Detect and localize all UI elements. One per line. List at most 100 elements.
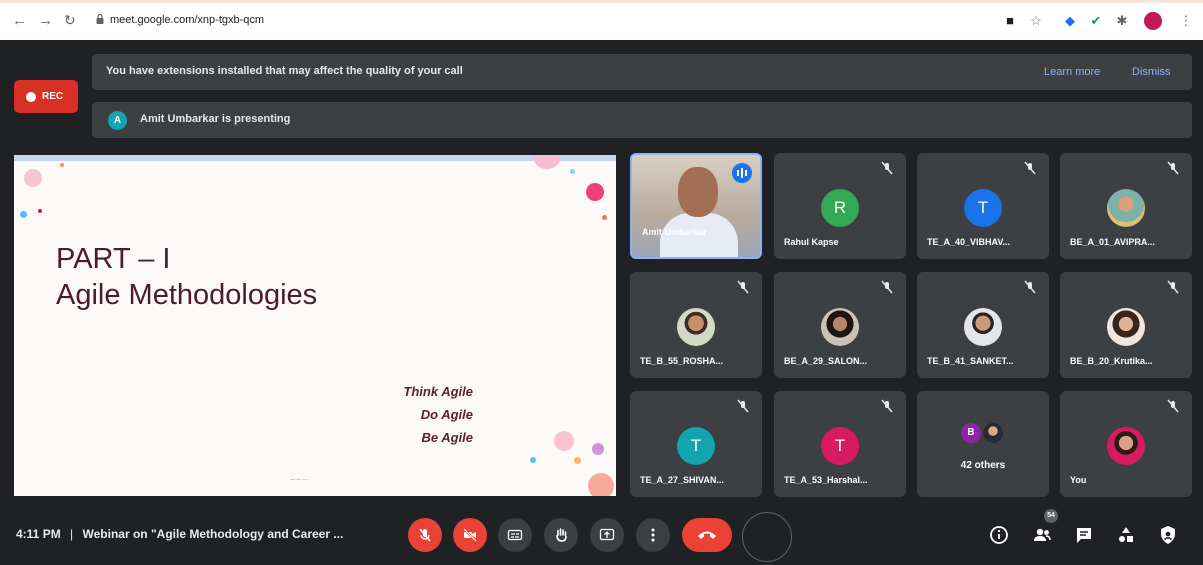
present-screen-button[interactable] <box>590 518 624 552</box>
mic-off-icon <box>419 528 431 542</box>
captions-icon <box>507 529 523 541</box>
mic-off-icon <box>1167 161 1179 175</box>
learn-more-link[interactable]: Learn more <box>1044 66 1100 78</box>
camera-off-icon <box>463 528 477 542</box>
others-avatar: B <box>961 423 981 443</box>
profile-avatar-icon[interactable] <box>1144 12 1162 30</box>
decor-bubble <box>60 163 64 167</box>
participant-name: BE_A_01_AVIPRA... <box>1070 237 1155 247</box>
participant-tile-amit[interactable]: Amit Umbarkar <box>630 153 762 259</box>
participant-tile-vibhav[interactable]: T TE_A_40_VIBHAV... <box>917 153 1049 259</box>
participant-avatar: T <box>964 189 1002 227</box>
camera-ext-icon[interactable]: ■ <box>1002 13 1018 29</box>
browser-menu-icon[interactable]: ⋮ <box>1178 13 1194 29</box>
participant-name: TE_A_53_Harshal... <box>784 475 868 485</box>
participant-photo <box>1107 189 1145 227</box>
participant-tile-salon[interactable]: BE_A_29_SALON... <box>774 272 906 378</box>
participant-photo <box>1107 308 1145 346</box>
lock-icon <box>96 14 104 24</box>
slide-tagline-1: Think Agile <box>403 384 473 399</box>
mic-toggle-button[interactable] <box>408 518 442 552</box>
meeting-info: 4:11 PM | Webinar on "Agile Methodology … <box>16 527 343 541</box>
participant-tile-krutika[interactable]: BE_B_20_Krutika... <box>1060 272 1192 378</box>
video-feed-face <box>678 167 718 217</box>
others-avatar-photo <box>983 423 1003 443</box>
camera-toggle-button[interactable] <box>453 518 487 552</box>
mic-off-icon <box>1167 280 1179 294</box>
host-controls-icon[interactable] <box>1157 524 1179 546</box>
reload-icon[interactable]: ↻ <box>64 12 76 29</box>
mic-off-icon <box>737 399 749 413</box>
decor-bubble <box>38 209 42 213</box>
decor-bubble <box>20 211 27 218</box>
mic-off-icon <box>1024 280 1036 294</box>
leave-call-button[interactable] <box>682 518 732 552</box>
hand-icon <box>556 528 567 542</box>
participant-tile-shivan[interactable]: T TE_A_27_SHIVAN... <box>630 391 762 497</box>
participant-name: TE_A_40_VIBHAV... <box>927 237 1011 247</box>
slide-toolbar-strip <box>14 155 616 161</box>
participant-avatar: R <box>821 189 859 227</box>
people-icon[interactable] <box>1031 524 1053 546</box>
slide-tagline-3: Be Agile <box>421 430 473 445</box>
participant-name: BE_A_29_SALON... <box>784 356 868 366</box>
meeting-details-icon[interactable] <box>988 524 1010 546</box>
participant-tile-rosha[interactable]: TE_B_55_ROSHA... <box>630 272 762 378</box>
presenter-avatar: A <box>108 111 127 130</box>
participant-tile-sanket[interactable]: TE_B_41_SANKET... <box>917 272 1049 378</box>
decor-bubble <box>574 457 581 464</box>
participant-avatar: T <box>821 427 859 465</box>
mic-off-icon <box>1167 399 1179 413</box>
decor-bubble <box>570 169 575 174</box>
presentation-slide[interactable]: PART – I Agile Methodologies Think Agile… <box>14 155 616 496</box>
participant-tile-others[interactable]: B 42 others <box>917 391 1049 497</box>
address-bar[interactable]: meet.google.com/xnp-tgxb-qcm <box>110 14 264 26</box>
participant-tile-you[interactable]: You <box>1060 391 1192 497</box>
star-icon[interactable]: ☆ <box>1028 13 1044 29</box>
meeting-separator: | <box>70 527 74 541</box>
chat-icon[interactable] <box>1073 524 1095 546</box>
slide-tagline-2: Do Agile <box>420 407 473 422</box>
participant-count-badge: 54 <box>1044 509 1058 523</box>
activities-icon[interactable] <box>1115 524 1137 546</box>
participant-name: TE_B_41_SANKET... <box>927 356 1014 366</box>
more-vert-icon <box>651 528 655 542</box>
dismiss-button[interactable]: Dismiss <box>1132 66 1171 78</box>
participant-photo <box>677 308 715 346</box>
meeting-title: Webinar on "Agile Methodology and Career… <box>82 527 344 541</box>
activity-ring <box>742 512 792 562</box>
extension-diamond-icon[interactable]: ◆ <box>1062 13 1078 29</box>
more-options-button[interactable] <box>636 518 670 552</box>
back-icon[interactable]: ← <box>12 12 27 29</box>
decor-bubble <box>592 443 604 455</box>
mic-off-icon <box>881 399 893 413</box>
decor-bubble <box>534 155 560 169</box>
hang-up-icon <box>698 531 716 539</box>
forward-icon[interactable]: → <box>38 12 53 29</box>
participant-photo <box>964 308 1002 346</box>
speaking-indicator-icon <box>732 163 752 183</box>
others-count-label: 42 others <box>960 460 1006 471</box>
participant-tile-harshal[interactable]: T TE_A_53_Harshal... <box>774 391 906 497</box>
captions-button[interactable] <box>498 518 532 552</box>
participant-name: BE_B_20_Krutika... <box>1070 356 1153 366</box>
slide-footer-mark: — — — <box>290 477 308 483</box>
extensions-warning-banner: You have extensions installed that may a… <box>92 54 1192 90</box>
mic-off-icon <box>881 280 893 294</box>
raise-hand-button[interactable] <box>544 518 578 552</box>
recording-dot-icon <box>26 92 36 102</box>
participant-name: Rahul Kapse <box>784 237 839 247</box>
mic-off-icon <box>1024 161 1036 175</box>
extensions-puzzle-icon[interactable]: ✱ <box>1114 13 1130 29</box>
participant-tile-rahul[interactable]: R Rahul Kapse <box>774 153 906 259</box>
recording-label: REC <box>42 91 64 102</box>
decor-bubble <box>588 473 614 496</box>
meet-window: ← → ↻ meet.google.com/xnp-tgxb-qcm ■ ☆ ◆… <box>0 0 1203 565</box>
presenting-banner: A Amit Umbarkar is presenting <box>92 102 1192 138</box>
decor-bubble <box>586 183 604 201</box>
browser-toolbar: ← → ↻ meet.google.com/xnp-tgxb-qcm ■ ☆ ◆… <box>0 0 1203 40</box>
participant-avatar: T <box>677 427 715 465</box>
slide-title-part: PART – I <box>56 243 171 275</box>
participant-tile-avipra[interactable]: BE_A_01_AVIPRA... <box>1060 153 1192 259</box>
checkmark-ext-icon[interactable]: ✔ <box>1088 13 1104 29</box>
